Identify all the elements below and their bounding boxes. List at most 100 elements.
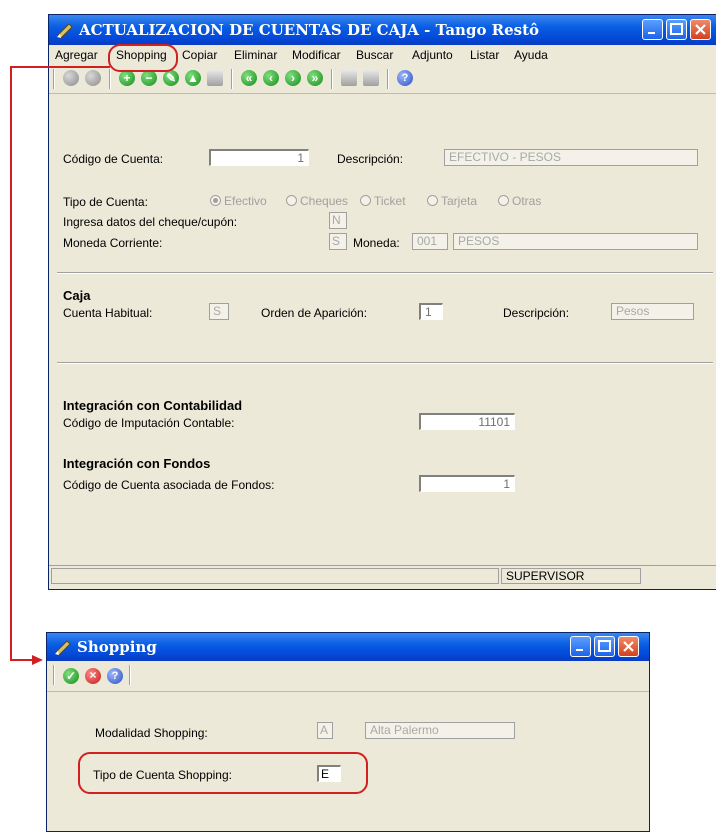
remove-icon[interactable]: − <box>141 70 157 86</box>
menu-eliminar[interactable]: Eliminar <box>234 48 277 62</box>
modalidad-code-input[interactable]: A <box>317 722 333 739</box>
fondos-heading: Integración con Fondos <box>63 456 211 471</box>
close-button[interactable] <box>618 636 639 657</box>
fondos-label: Código de Cuenta asociada de Fondos: <box>63 478 275 492</box>
menu-adjunto[interactable]: Adjunto <box>412 48 453 62</box>
radio-label: Cheques <box>300 194 349 208</box>
first-record-icon[interactable]: « <box>241 70 257 86</box>
status-cell-main <box>51 568 499 584</box>
toolbar-separator <box>53 665 55 685</box>
modalidad-label: Modalidad Shopping: <box>95 726 208 740</box>
radio-tarjeta[interactable]: Tarjeta <box>427 194 477 208</box>
accept-disabled-icon[interactable] <box>63 70 79 86</box>
toolbar-separator <box>231 69 233 89</box>
maximize-icon <box>598 640 611 652</box>
orden-label: Orden de Aparición: <box>261 306 368 320</box>
toolbar-separator <box>129 665 131 685</box>
menu-listar[interactable]: Listar <box>470 48 499 62</box>
radio-cheques[interactable]: Cheques <box>286 194 348 208</box>
radio-dot <box>210 195 221 206</box>
tipo-shopping-callout <box>78 752 368 794</box>
add-icon[interactable]: + <box>119 70 135 86</box>
imputacion-label: Código de Imputación Contable: <box>63 416 235 430</box>
menu-agregar[interactable]: Agregar <box>55 48 98 62</box>
moneda-corriente-input[interactable]: S <box>329 233 347 250</box>
imputacion-input[interactable]: 11101 <box>419 413 515 430</box>
toolbar-separator <box>53 69 55 89</box>
help-icon[interactable]: ? <box>397 70 413 86</box>
callout-connector <box>10 66 110 68</box>
maximize-button[interactable] <box>594 636 615 657</box>
previous-record-icon[interactable]: ‹ <box>263 70 279 86</box>
app-icon <box>55 640 71 656</box>
close-icon <box>623 641 634 652</box>
modalidad-desc-input[interactable]: Alta Palermo <box>365 722 515 739</box>
moneda-desc-input[interactable]: PESOS <box>453 233 698 250</box>
preview-icon[interactable] <box>363 70 379 86</box>
close-icon <box>695 24 706 35</box>
last-record-icon[interactable]: » <box>307 70 323 86</box>
caja-descripcion-label: Descripción: <box>503 306 570 320</box>
minimize-button[interactable] <box>570 636 591 657</box>
copy-icon[interactable] <box>207 70 223 86</box>
descripcion-input[interactable]: EFECTIVO - PESOS <box>444 149 698 166</box>
radio-dot <box>360 195 371 206</box>
caja-heading: Caja <box>63 288 91 303</box>
next-record-icon[interactable]: › <box>285 70 301 86</box>
caja-descripcion-input[interactable]: Pesos <box>611 303 694 320</box>
radio-ticket[interactable]: Ticket <box>360 194 406 208</box>
toolbar-separator <box>109 69 111 89</box>
maximize-icon <box>670 23 683 35</box>
up-icon[interactable]: ▲ <box>185 70 201 86</box>
descripcion-label: Descripción: <box>337 152 404 166</box>
callout-connector <box>10 659 34 661</box>
radio-label: Otras <box>512 194 542 208</box>
fondos-input[interactable]: 1 <box>419 475 515 492</box>
main-window: ACTUALIZACION DE CUENTAS DE CAJA - Tango… <box>48 14 716 590</box>
contabilidad-heading: Integración con Contabilidad <box>63 398 243 413</box>
shopping-menu-callout <box>108 44 178 72</box>
ingresa-label: Ingresa datos del cheque/cupón: <box>63 215 238 229</box>
menu-buscar[interactable]: Buscar <box>356 48 393 62</box>
radio-label: Efectivo <box>224 194 267 208</box>
tipo-label: Tipo de Cuenta: <box>63 195 148 209</box>
toolbar-separator <box>331 69 333 89</box>
callout-connector <box>10 66 12 661</box>
shopping-titlebar[interactable]: Shopping <box>47 633 649 661</box>
edit-icon[interactable]: ✎ <box>163 70 179 86</box>
cancel-disabled-icon[interactable] <box>85 70 101 86</box>
find-icon[interactable] <box>341 70 357 86</box>
radio-dot <box>498 195 509 206</box>
moneda-label: Moneda: <box>353 236 400 250</box>
status-bar: SUPERVISOR <box>49 565 716 586</box>
cancel-icon[interactable]: × <box>85 668 101 684</box>
radio-otras[interactable]: Otras <box>498 194 541 208</box>
toolbar-separator <box>387 69 389 89</box>
shopping-window: Shopping ✓ × ? Modalidad Shopping: A Alt… <box>46 632 650 832</box>
main-titlebar[interactable]: ACTUALIZACION DE CUENTAS DE CAJA - Tango… <box>49 15 716 45</box>
close-button[interactable] <box>690 19 711 40</box>
maximize-button[interactable] <box>666 19 687 40</box>
cuenta-habitual-input[interactable]: S <box>209 303 229 320</box>
codigo-input[interactable]: 1 <box>209 149 309 166</box>
app-icon <box>57 23 73 39</box>
help-icon[interactable]: ? <box>107 668 123 684</box>
main-window-title: ACTUALIZACION DE CUENTAS DE CAJA - Tango… <box>79 21 540 39</box>
radio-label: Ticket <box>374 194 406 208</box>
status-user: SUPERVISOR <box>501 568 641 584</box>
codigo-label: Código de Cuenta: <box>63 152 164 166</box>
section-divider <box>57 362 713 364</box>
radio-efectivo[interactable]: Efectivo <box>210 194 267 208</box>
shopping-window-title: Shopping <box>77 638 157 656</box>
menu-modificar[interactable]: Modificar <box>292 48 341 62</box>
cuenta-habitual-label: Cuenta Habitual: <box>63 306 153 320</box>
menu-copiar[interactable]: Copiar <box>182 48 217 62</box>
minimize-button[interactable] <box>642 19 663 40</box>
menu-ayuda[interactable]: Ayuda <box>514 48 548 62</box>
ingresa-input[interactable]: N <box>329 212 347 229</box>
orden-input[interactable]: 1 <box>419 303 443 320</box>
minimize-icon <box>576 649 583 651</box>
accept-icon[interactable]: ✓ <box>63 668 79 684</box>
moneda-code-input[interactable]: 001 <box>412 233 448 250</box>
form-panel: Código de Cuenta: 1 Descripción: EFECTIV… <box>49 94 716 564</box>
